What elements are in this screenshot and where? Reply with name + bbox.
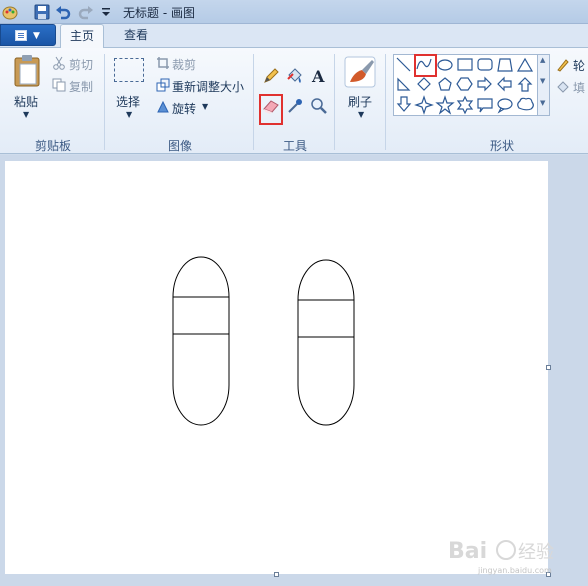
capsule-shape-left xyxy=(172,256,230,426)
paste-icon[interactable] xyxy=(12,54,42,88)
group-divider xyxy=(104,54,105,150)
ribbon-tab-row: ▼ 主页 查看 xyxy=(0,24,588,48)
copy-button[interactable]: 复制 xyxy=(69,78,93,95)
select-icon[interactable] xyxy=(114,58,144,82)
oval-shape-icon[interactable] xyxy=(437,59,453,71)
tab-view[interactable]: 查看 xyxy=(114,24,158,48)
shapes-scrollbar[interactable]: ▲ ▼ ▼ xyxy=(537,54,550,116)
brush-icon[interactable] xyxy=(344,56,376,88)
group-divider xyxy=(334,54,335,150)
curve-highlight-box xyxy=(414,54,437,77)
paste-button[interactable]: 粘贴 xyxy=(14,93,38,110)
pentagon-shape-icon[interactable] xyxy=(438,77,452,91)
crop-icon xyxy=(157,57,169,69)
oval-callout-shape-icon[interactable] xyxy=(497,98,513,114)
capsule-shape-right xyxy=(297,259,355,426)
rectangle-shape-icon[interactable] xyxy=(457,58,473,71)
rotate-icon xyxy=(157,100,169,113)
text-icon[interactable]: A xyxy=(309,66,329,86)
tools-group-label: 工具 xyxy=(282,139,307,153)
watermark-suffix: 经验 xyxy=(518,542,554,563)
watermark-brand: Bai xyxy=(448,539,487,564)
resize-button[interactable]: 重新调整大小 xyxy=(172,78,244,95)
scroll-down-icon[interactable]: ▼ xyxy=(540,77,545,85)
color-picker-icon[interactable] xyxy=(285,96,305,116)
pencil-icon[interactable] xyxy=(261,66,281,86)
svg-text:A: A xyxy=(311,67,325,86)
select-button[interactable]: 选择 xyxy=(116,93,140,110)
crop-button[interactable]: 裁剪 xyxy=(172,56,196,73)
customize-toolbar-icon[interactable] xyxy=(98,4,114,20)
watermark-url: jingyan.baidu.com xyxy=(478,566,552,575)
rounded-rectangle-shape-icon[interactable] xyxy=(477,58,493,71)
redo-icon[interactable] xyxy=(78,4,94,20)
save-icon[interactable] xyxy=(34,4,50,20)
scissors-icon xyxy=(53,56,65,70)
polygon-shape-icon[interactable] xyxy=(497,58,513,72)
magnifier-icon[interactable] xyxy=(309,96,329,116)
shape-fill-button[interactable]: 填 xyxy=(573,79,585,96)
paint-app-icon[interactable] xyxy=(2,4,18,20)
fill-bucket-icon[interactable] xyxy=(285,66,305,86)
triangle-shape-icon[interactable] xyxy=(516,57,534,72)
chevron-down-icon[interactable]: ▼ xyxy=(358,110,364,119)
chevron-down-icon[interactable]: ▼ xyxy=(202,102,208,111)
shapes-group-label: 形状 xyxy=(489,139,514,153)
down-arrow-shape-icon[interactable] xyxy=(396,96,412,112)
brushes-button[interactable]: 刷子 xyxy=(348,93,372,110)
four-point-star-shape-icon[interactable] xyxy=(414,95,434,115)
resize-icon xyxy=(156,78,170,92)
document-icon xyxy=(15,30,27,41)
cut-button[interactable]: 剪切 xyxy=(69,56,93,73)
drawing-canvas[interactable] xyxy=(5,161,548,574)
scroll-up-icon[interactable]: ▲ xyxy=(540,56,545,64)
group-divider xyxy=(385,54,386,150)
copy-icon xyxy=(52,78,66,92)
outline-icon xyxy=(557,59,569,72)
undo-icon[interactable] xyxy=(55,4,71,20)
chevron-down-icon[interactable]: ▼ xyxy=(126,110,132,119)
six-point-star-shape-icon[interactable] xyxy=(456,95,474,115)
rounded-callout-shape-icon[interactable] xyxy=(477,98,493,113)
image-group-label: 图像 xyxy=(167,139,192,153)
ribbon: 粘贴 ▼ 剪切 复制 剪贴板 选择 ▼ 裁剪 重新调整大小 旋转 ▼ 图像 A xyxy=(0,48,588,154)
hexagon-shape-icon[interactable] xyxy=(456,77,473,91)
drawing-content xyxy=(172,256,355,426)
tab-home[interactable]: 主页 xyxy=(60,24,104,48)
rotate-button[interactable]: 旋转 xyxy=(172,100,196,117)
chevron-down-icon: ▼ xyxy=(33,31,40,41)
right-triangle-shape-icon[interactable] xyxy=(397,77,411,91)
fill-icon xyxy=(557,81,569,93)
five-point-star-shape-icon[interactable] xyxy=(435,95,455,115)
eraser-highlight-box xyxy=(259,94,283,125)
window-title: 无标题 - 画图 xyxy=(123,6,195,20)
application-menu-button[interactable]: ▼ xyxy=(0,24,56,46)
canvas-resize-handle-right[interactable] xyxy=(546,365,551,370)
diamond-shape-icon[interactable] xyxy=(417,77,431,91)
line-shape-icon[interactable] xyxy=(396,57,411,72)
left-arrow-shape-icon[interactable] xyxy=(497,76,512,92)
up-arrow-shape-icon[interactable] xyxy=(517,77,533,92)
shape-outline-button[interactable]: 轮 xyxy=(573,57,585,74)
canvas-resize-handle-bottom[interactable] xyxy=(274,572,279,577)
title-bar: 无标题 - 画图 xyxy=(0,0,588,24)
group-divider xyxy=(253,54,254,150)
cloud-callout-shape-icon[interactable] xyxy=(517,97,534,111)
expand-gallery-icon[interactable]: ▼ xyxy=(540,99,545,107)
clipboard-group-label: 剪贴板 xyxy=(34,139,71,153)
chevron-down-icon[interactable]: ▼ xyxy=(23,110,29,119)
right-arrow-shape-icon[interactable] xyxy=(477,76,492,92)
